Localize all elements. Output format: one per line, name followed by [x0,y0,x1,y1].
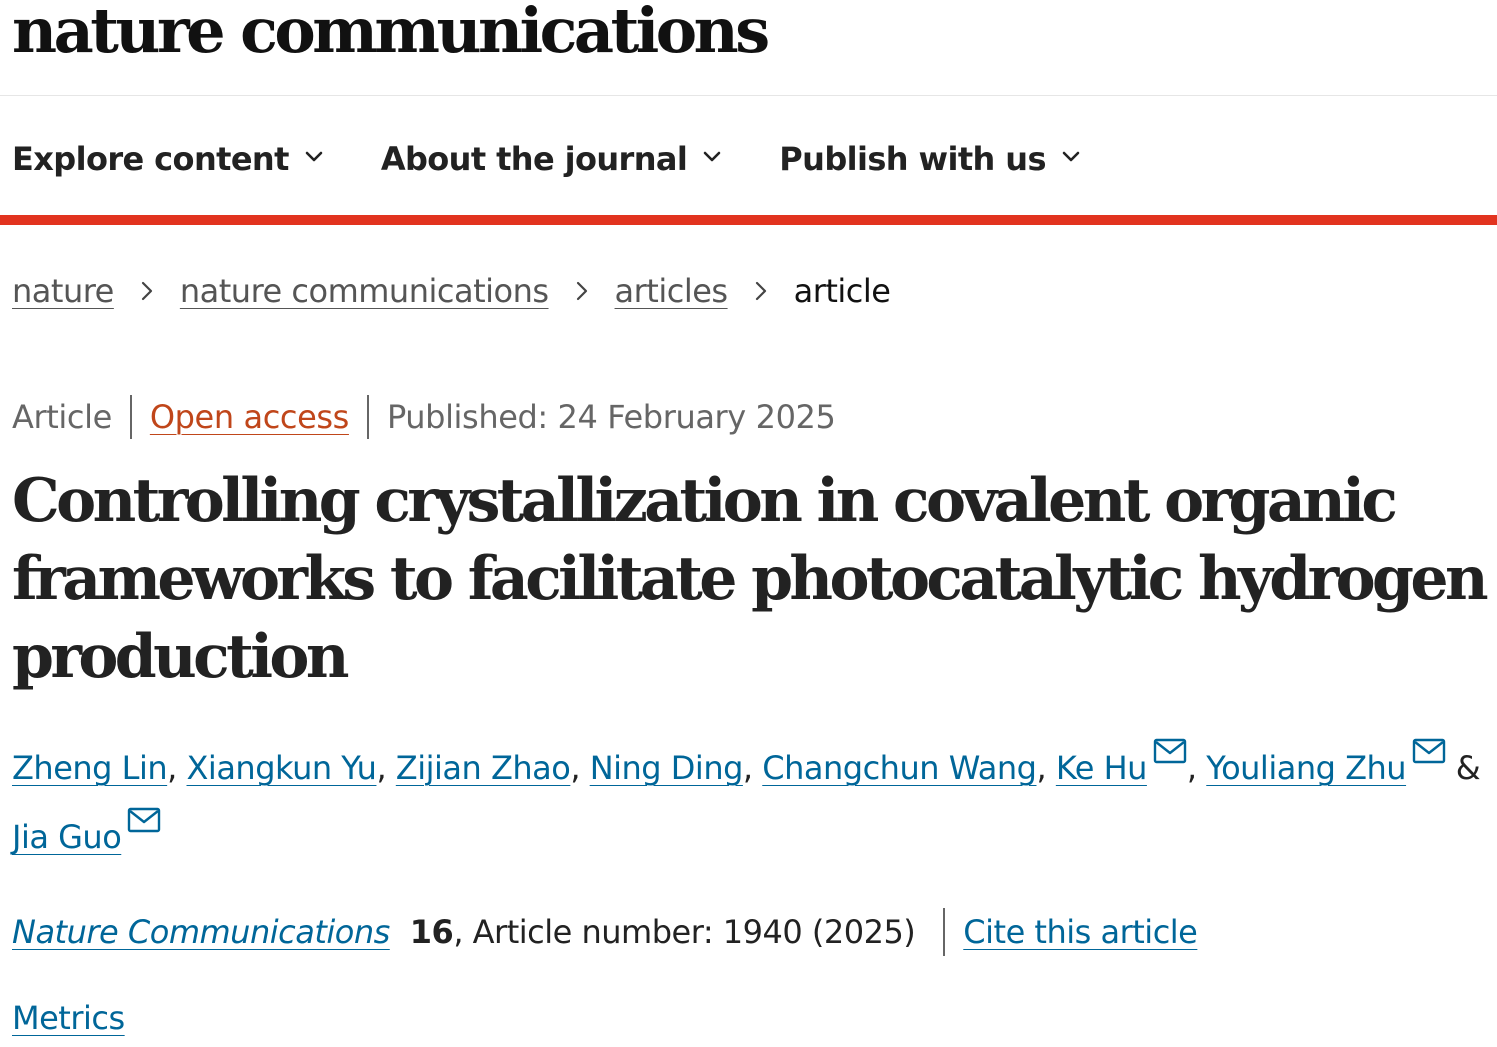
author-separator: , [742,749,763,787]
author-separator: & [1446,749,1481,787]
chevron-down-icon [703,148,721,166]
author-link[interactable]: Changchun Wang [762,749,1037,787]
author-link[interactable]: Zijian Zhao [396,749,571,787]
breadcrumb-current: article [793,272,891,310]
site-logo[interactable]: nature communications [12,0,770,66]
author-link[interactable]: Xiangkun Yu [187,749,377,787]
journal-volume: 16 [409,913,454,951]
breadcrumb: nature nature communications articles ar… [12,272,891,310]
author-separator: , [1186,749,1207,787]
citation-line: Nature Communications 16 , Article numbe… [12,908,1198,956]
citation-divider [943,908,946,956]
envelope-icon[interactable] [127,807,161,835]
main-nav: Explore content About the journal Publis… [12,134,1138,184]
author-separator: , [570,749,590,787]
breadcrumb-link-nature[interactable]: nature [12,272,114,310]
accent-rule [0,215,1497,225]
chevron-down-icon [305,148,323,166]
article-meta: Article Open access Published: 24 Februa… [12,393,836,441]
chevron-right-icon [136,280,158,302]
breadcrumb-link-nature-communications[interactable]: nature communications [180,272,549,310]
breadcrumb-link-articles[interactable]: articles [615,272,729,310]
author-link[interactable]: Zheng Lin [12,749,168,787]
article-page: nature communications Explore content Ab… [0,0,1497,1047]
article-number: , Article number: 1940 (2025) [453,913,916,951]
author-link[interactable]: Ke Hu [1056,749,1148,787]
journal-link[interactable]: Nature Communications [12,913,390,951]
chevron-down-icon [1062,148,1080,166]
nav-item-label: About the journal [380,140,688,178]
author-separator: , [1036,749,1056,787]
metrics-link[interactable]: Metrics [12,999,125,1037]
nav-item-label: Explore content [12,140,289,178]
author-link[interactable]: Ning Ding [590,749,744,787]
author-separator: , [376,749,396,787]
cite-this-article-link[interactable]: Cite this article [963,913,1198,951]
envelope-icon[interactable] [1153,738,1187,766]
open-access-link[interactable]: Open access [150,398,349,436]
chevron-right-icon [571,280,593,302]
author-separator: , [167,749,187,787]
nav-about-the-journal[interactable]: About the journal [381,140,721,178]
nav-publish-with-us[interactable]: Publish with us [779,140,1080,178]
published-date: Published: 24 February 2025 [386,398,836,436]
nav-explore-content[interactable]: Explore content [12,140,323,178]
article-type: Article [12,398,112,436]
envelope-icon[interactable] [1412,738,1446,766]
meta-divider [366,395,369,439]
author-list: Zheng Lin, Xiangkun Yu, Zijian Zhao, Nin… [12,734,1490,872]
author-link[interactable]: Jia Guo [12,818,122,856]
nav-item-label: Publish with us [779,140,1046,178]
chevron-right-icon [750,280,772,302]
meta-divider [129,395,132,439]
article-title: Controlling crystallization in covalent … [12,466,1489,692]
author-link[interactable]: Youliang Zhu [1206,749,1406,787]
header-divider [0,95,1497,96]
